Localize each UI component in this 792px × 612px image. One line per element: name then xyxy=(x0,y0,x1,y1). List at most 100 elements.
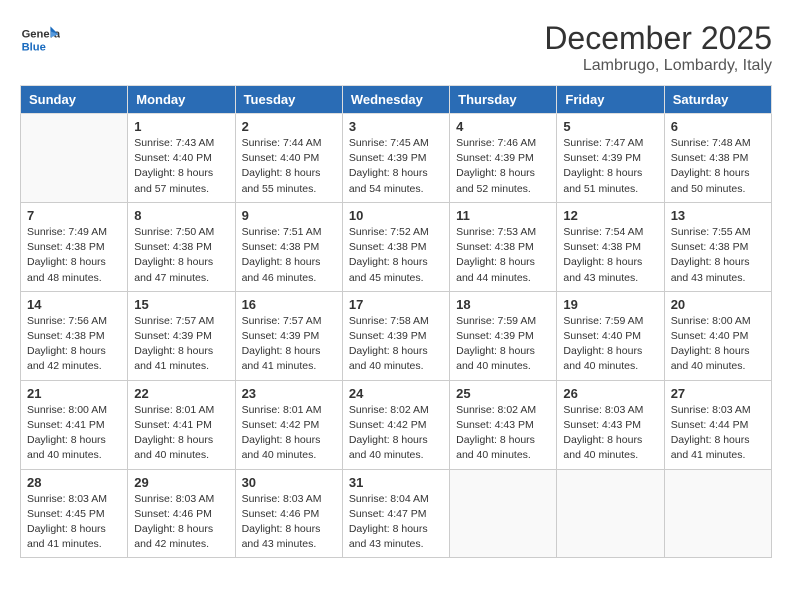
calendar-cell: 8 Sunrise: 7:50 AMSunset: 4:38 PMDaylight… xyxy=(128,202,235,291)
day-number: 4 xyxy=(456,119,550,134)
day-number: 16 xyxy=(242,297,336,312)
day-number: 13 xyxy=(671,208,765,223)
calendar-cell: 3 Sunrise: 7:45 AMSunset: 4:39 PMDaylight… xyxy=(342,114,449,203)
day-info: Sunrise: 7:47 AMSunset: 4:39 PMDaylight:… xyxy=(563,136,657,197)
day-info: Sunrise: 8:03 AMSunset: 4:46 PMDaylight:… xyxy=(242,492,336,553)
calendar-cell: 19 Sunrise: 7:59 AMSunset: 4:40 PMDayligh… xyxy=(557,291,664,380)
calendar-cell: 13 Sunrise: 7:55 AMSunset: 4:38 PMDayligh… xyxy=(664,202,771,291)
day-number: 26 xyxy=(563,386,657,401)
day-info: Sunrise: 8:00 AMSunset: 4:41 PMDaylight:… xyxy=(27,403,121,464)
day-info: Sunrise: 8:03 AMSunset: 4:46 PMDaylight:… xyxy=(134,492,228,553)
day-number: 9 xyxy=(242,208,336,223)
calendar-cell: 16Sunrise: 7:57 AMSunset: 4:39 PMDayligh… xyxy=(235,291,342,380)
day-info: Sunrise: 7:50 AMSunset: 4:38 PMDaylight:… xyxy=(134,225,228,286)
day-info: Sunrise: 8:02 AMSunset: 4:43 PMDaylight:… xyxy=(456,403,550,464)
day-number: 27 xyxy=(671,386,765,401)
day-info: Sunrise: 8:03 AMSunset: 4:45 PMDaylight:… xyxy=(27,492,121,553)
column-header-monday: Monday xyxy=(128,86,235,114)
calendar-cell: 27 Sunrise: 8:03 AMSunset: 4:44 PMDayligh… xyxy=(664,380,771,469)
calendar-cell: 7 Sunrise: 7:49 AMSunset: 4:38 PMDaylight… xyxy=(21,202,128,291)
column-header-tuesday: Tuesday xyxy=(235,86,342,114)
calendar-cell: 10Sunrise: 7:52 AMSunset: 4:38 PMDayligh… xyxy=(342,202,449,291)
page-header: General Blue December 2025 Lambrugo, Lom… xyxy=(20,20,772,75)
day-info: Sunrise: 7:48 AMSunset: 4:38 PMDaylight:… xyxy=(671,136,765,197)
calendar-cell: 29 Sunrise: 8:03 AMSunset: 4:46 PMDayligh… xyxy=(128,469,235,558)
day-number: 12 xyxy=(563,208,657,223)
day-info: Sunrise: 7:45 AMSunset: 4:39 PMDaylight:… xyxy=(349,136,443,197)
svg-text:Blue: Blue xyxy=(22,41,46,53)
day-number: 28 xyxy=(27,475,121,490)
calendar-week-1: 1Sunrise: 7:43 AMSunset: 4:40 PMDaylight… xyxy=(21,114,772,203)
calendar-cell: 23Sunrise: 8:01 AMSunset: 4:42 PMDayligh… xyxy=(235,380,342,469)
day-number: 22 xyxy=(134,386,228,401)
calendar-cell xyxy=(450,469,557,558)
month-title: December 2025 xyxy=(544,20,772,57)
calendar-week-2: 7 Sunrise: 7:49 AMSunset: 4:38 PMDaylight… xyxy=(21,202,772,291)
column-header-wednesday: Wednesday xyxy=(342,86,449,114)
calendar-cell: 17Sunrise: 7:58 AMSunset: 4:39 PMDayligh… xyxy=(342,291,449,380)
day-info: Sunrise: 7:59 AMSunset: 4:39 PMDaylight:… xyxy=(456,314,550,375)
logo-icon: General Blue xyxy=(20,20,60,60)
calendar-cell xyxy=(557,469,664,558)
day-number: 7 xyxy=(27,208,121,223)
location: Lambrugo, Lombardy, Italy xyxy=(544,57,772,75)
logo: General Blue xyxy=(20,20,64,60)
day-number: 20 xyxy=(671,297,765,312)
day-info: Sunrise: 7:56 AMSunset: 4:38 PMDaylight:… xyxy=(27,314,121,375)
day-number: 24 xyxy=(349,386,443,401)
day-number: 17 xyxy=(349,297,443,312)
day-info: Sunrise: 7:46 AMSunset: 4:39 PMDaylight:… xyxy=(456,136,550,197)
day-info: Sunrise: 7:59 AMSunset: 4:40 PMDaylight:… xyxy=(563,314,657,375)
calendar-cell: 12 Sunrise: 7:54 AMSunset: 4:38 PMDayligh… xyxy=(557,202,664,291)
calendar-cell: 15Sunrise: 7:57 AMSunset: 4:39 PMDayligh… xyxy=(128,291,235,380)
calendar-cell: 4 Sunrise: 7:46 AMSunset: 4:39 PMDaylight… xyxy=(450,114,557,203)
calendar-cell: 9Sunrise: 7:51 AMSunset: 4:38 PMDaylight… xyxy=(235,202,342,291)
column-header-saturday: Saturday xyxy=(664,86,771,114)
day-number: 18 xyxy=(456,297,550,312)
calendar-cell: 26 Sunrise: 8:03 AMSunset: 4:43 PMDayligh… xyxy=(557,380,664,469)
day-number: 2 xyxy=(242,119,336,134)
column-header-friday: Friday xyxy=(557,86,664,114)
calendar-week-3: 14 Sunrise: 7:56 AMSunset: 4:38 PMDayligh… xyxy=(21,291,772,380)
day-number: 29 xyxy=(134,475,228,490)
calendar-cell: 18 Sunrise: 7:59 AMSunset: 4:39 PMDayligh… xyxy=(450,291,557,380)
day-info: Sunrise: 8:02 AMSunset: 4:42 PMDaylight:… xyxy=(349,403,443,464)
day-number: 11 xyxy=(456,208,550,223)
day-number: 30 xyxy=(242,475,336,490)
calendar-table: SundayMondayTuesdayWednesdayThursdayFrid… xyxy=(20,85,772,558)
calendar-header-row: SundayMondayTuesdayWednesdayThursdayFrid… xyxy=(21,86,772,114)
day-info: Sunrise: 7:57 AMSunset: 4:39 PMDaylight:… xyxy=(134,314,228,375)
day-number: 1 xyxy=(134,119,228,134)
day-info: Sunrise: 7:49 AMSunset: 4:38 PMDaylight:… xyxy=(27,225,121,286)
day-info: Sunrise: 7:55 AMSunset: 4:38 PMDaylight:… xyxy=(671,225,765,286)
day-info: Sunrise: 7:54 AMSunset: 4:38 PMDaylight:… xyxy=(563,225,657,286)
calendar-cell xyxy=(664,469,771,558)
calendar-cell: 28 Sunrise: 8:03 AMSunset: 4:45 PMDayligh… xyxy=(21,469,128,558)
calendar-cell: 14 Sunrise: 7:56 AMSunset: 4:38 PMDayligh… xyxy=(21,291,128,380)
day-number: 25 xyxy=(456,386,550,401)
day-number: 23 xyxy=(242,386,336,401)
day-info: Sunrise: 7:53 AMSunset: 4:38 PMDaylight:… xyxy=(456,225,550,286)
day-info: Sunrise: 8:04 AMSunset: 4:47 PMDaylight:… xyxy=(349,492,443,553)
day-number: 3 xyxy=(349,119,443,134)
calendar-cell: 25 Sunrise: 8:02 AMSunset: 4:43 PMDayligh… xyxy=(450,380,557,469)
day-info: Sunrise: 8:00 AMSunset: 4:40 PMDaylight:… xyxy=(671,314,765,375)
day-number: 31 xyxy=(349,475,443,490)
calendar-cell: 6 Sunrise: 7:48 AMSunset: 4:38 PMDaylight… xyxy=(664,114,771,203)
day-number: 19 xyxy=(563,297,657,312)
day-info: Sunrise: 8:01 AMSunset: 4:41 PMDaylight:… xyxy=(134,403,228,464)
calendar-cell: 1Sunrise: 7:43 AMSunset: 4:40 PMDaylight… xyxy=(128,114,235,203)
day-info: Sunrise: 8:03 AMSunset: 4:43 PMDaylight:… xyxy=(563,403,657,464)
day-number: 14 xyxy=(27,297,121,312)
calendar-cell: 20 Sunrise: 8:00 AMSunset: 4:40 PMDayligh… xyxy=(664,291,771,380)
day-number: 8 xyxy=(134,208,228,223)
calendar-week-5: 28 Sunrise: 8:03 AMSunset: 4:45 PMDayligh… xyxy=(21,469,772,558)
calendar-cell: 21Sunrise: 8:00 AMSunset: 4:41 PMDayligh… xyxy=(21,380,128,469)
calendar-cell: 5 Sunrise: 7:47 AMSunset: 4:39 PMDaylight… xyxy=(557,114,664,203)
day-number: 5 xyxy=(563,119,657,134)
day-number: 6 xyxy=(671,119,765,134)
day-info: Sunrise: 8:03 AMSunset: 4:44 PMDaylight:… xyxy=(671,403,765,464)
day-info: Sunrise: 7:44 AMSunset: 4:40 PMDaylight:… xyxy=(242,136,336,197)
column-header-thursday: Thursday xyxy=(450,86,557,114)
column-header-sunday: Sunday xyxy=(21,86,128,114)
